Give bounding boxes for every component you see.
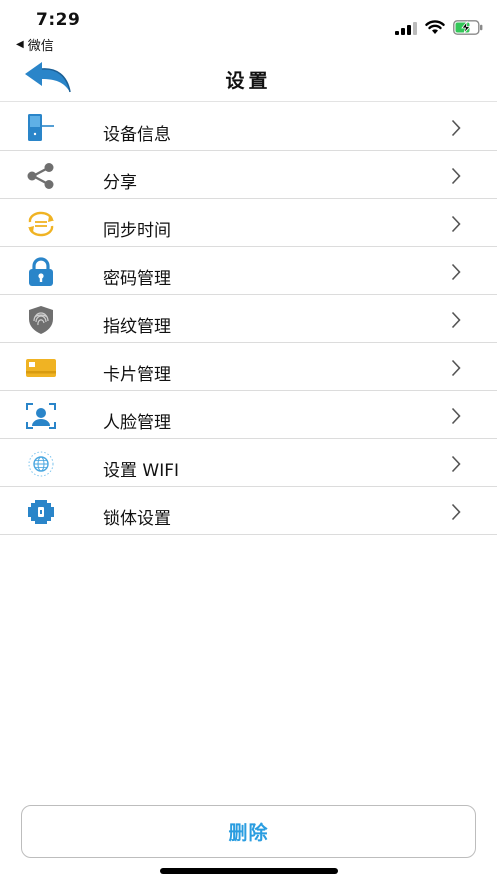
- menu-item-label: 卡片管理: [103, 365, 171, 385]
- menu-item-wifi[interactable]: 设置 WIFI: [0, 439, 497, 487]
- wifi-globe-icon: [24, 449, 58, 479]
- sync-time-icon: [24, 209, 58, 239]
- lock-icon: [24, 257, 58, 287]
- menu-item-label: 锁体设置: [103, 509, 171, 529]
- menu-item-label: 人脸管理: [103, 413, 171, 433]
- face-icon: [24, 401, 58, 431]
- menu-item-share[interactable]: 分享: [0, 151, 497, 199]
- chevron-right-icon: [451, 119, 461, 137]
- chevron-right-icon: [451, 455, 461, 473]
- chevron-right-icon: [451, 359, 461, 377]
- menu-item-face[interactable]: 人脸管理: [0, 391, 497, 439]
- lock-body-icon: [24, 497, 58, 527]
- status-bar: 7:29 ◀ 微信: [0, 0, 497, 54]
- chevron-right-icon: [451, 311, 461, 329]
- home-indicator: [160, 868, 338, 874]
- menu-item-label: 指纹管理: [103, 317, 171, 337]
- settings-list: 设备信息 分享 同步时间 密码管理 指纹管理 卡片管理 人脸管理 设置 WIFI…: [0, 103, 497, 535]
- back-triangle-icon: ◀: [16, 39, 24, 50]
- menu-item-sync-time[interactable]: 同步时间: [0, 199, 497, 247]
- chevron-right-icon: [451, 503, 461, 521]
- menu-item-fingerprint[interactable]: 指纹管理: [0, 295, 497, 343]
- menu-item-lock-body[interactable]: 锁体设置: [0, 487, 497, 535]
- nav-bar: 设置: [0, 52, 497, 102]
- menu-item-label: 设备信息: [103, 125, 171, 145]
- share-icon: [24, 161, 58, 191]
- chevron-right-icon: [451, 167, 461, 185]
- wifi-icon: [425, 20, 445, 34]
- delete-button[interactable]: 删除: [21, 805, 476, 858]
- menu-item-card[interactable]: 卡片管理: [0, 343, 497, 391]
- chevron-right-icon: [451, 215, 461, 233]
- fingerprint-icon: [24, 305, 58, 335]
- device-info-icon: [24, 113, 58, 143]
- cellular-signal-icon: [395, 21, 417, 35]
- chevron-right-icon: [451, 263, 461, 281]
- chevron-right-icon: [451, 407, 461, 425]
- menu-item-device-info[interactable]: 设备信息: [0, 103, 497, 151]
- battery-charging-icon: [453, 20, 483, 35]
- card-icon: [24, 353, 58, 383]
- menu-item-label: 设置 WIFI: [103, 461, 180, 481]
- status-time: 7:29: [36, 10, 81, 30]
- menu-item-label: 密码管理: [103, 269, 171, 289]
- page-title: 设置: [225, 70, 272, 92]
- status-indicators: [395, 20, 483, 35]
- menu-item-password[interactable]: 密码管理: [0, 247, 497, 295]
- menu-item-label: 同步时间: [103, 221, 171, 241]
- menu-item-label: 分享: [103, 173, 137, 193]
